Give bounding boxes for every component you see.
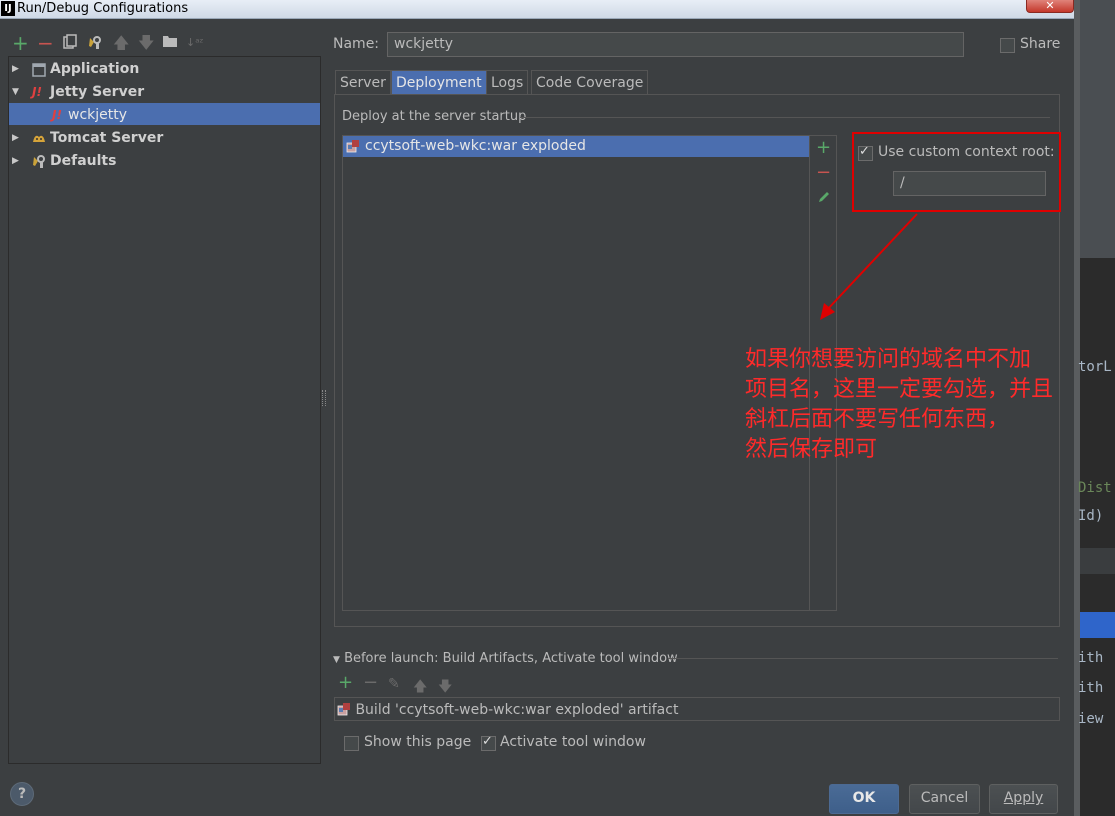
- annotation-line: 然后保存即可: [745, 437, 878, 462]
- background-highlight: [1078, 548, 1115, 574]
- jetty-icon: J!: [32, 85, 42, 99]
- before-launch-label: Before launch: Build Artifacts, Activate…: [344, 651, 678, 666]
- background-panel: [1078, 0, 1115, 258]
- ok-button[interactable]: OK: [829, 784, 899, 814]
- window-title: Run/Debug Configurations: [17, 1, 189, 16]
- annotation-line: 项目名，这里一定要勾选，并且: [745, 377, 1054, 402]
- add-task-icon[interactable]: +: [338, 672, 353, 693]
- artifact-icon: [337, 703, 355, 720]
- remove-task-icon[interactable]: −: [363, 672, 378, 693]
- show-page-checkbox[interactable]: [344, 736, 359, 751]
- background-code-line: ith: [1078, 650, 1104, 666]
- collapse-arrow-icon[interactable]: ▼: [12, 81, 19, 103]
- name-input[interactable]: wckjetty: [387, 32, 964, 57]
- expand-arrow-icon[interactable]: ▶: [12, 127, 19, 149]
- share-label: Share: [1020, 36, 1061, 52]
- use-custom-root-checkbox[interactable]: [858, 144, 873, 161]
- tree-item-label: Jetty Server: [50, 84, 145, 100]
- show-page-label: Show this page: [364, 734, 472, 750]
- artifact-icon: [346, 139, 360, 160]
- sort-icon[interactable]: ↓ᵃᶻ: [186, 34, 204, 52]
- edit-defaults-icon[interactable]: [87, 34, 103, 52]
- before-launch-toggle[interactable]: ▼ Before launch: Build Artifacts, Activa…: [333, 651, 678, 666]
- background-code-line: Id): [1078, 508, 1104, 524]
- edit-task-icon[interactable]: ✎: [388, 676, 400, 692]
- annotation-text: 如果你想要访问的域名中不加 项目名，这里一定要勾选，并且 斜杠后面不要写任何东西…: [745, 345, 1053, 465]
- collapse-arrow-icon: ▼: [333, 655, 340, 665]
- cancel-button[interactable]: Cancel: [909, 784, 980, 814]
- name-label: Name:: [333, 36, 380, 52]
- tab-code-coverage[interactable]: Code Coverage: [531, 70, 649, 95]
- share-checkbox[interactable]: [1000, 38, 1015, 53]
- tree-item-label: wckjetty: [68, 107, 128, 123]
- tab-logs[interactable]: Logs: [486, 70, 529, 95]
- remove-artifact-icon[interactable]: −: [816, 162, 831, 183]
- activate-tool-window-label: Activate tool window: [500, 734, 646, 750]
- help-button[interactable]: ?: [10, 782, 34, 806]
- tree-item-label: Application: [50, 61, 140, 77]
- tab-deployment[interactable]: Deployment: [391, 70, 487, 95]
- move-up-icon[interactable]: 🡅: [113, 34, 129, 52]
- tomcat-icon: [31, 130, 47, 153]
- before-launch-task[interactable]: Build 'ccytsoft-web-wkc:war exploded' ar…: [337, 700, 678, 718]
- intellij-logo-icon: IJ: [1, 1, 15, 16]
- background-selection: [1078, 612, 1115, 638]
- expand-arrow-icon[interactable]: ▶: [12, 58, 19, 80]
- remove-icon[interactable]: −: [37, 33, 54, 53]
- activate-tool-window-checkbox[interactable]: [481, 734, 496, 751]
- folder-icon[interactable]: [162, 34, 178, 52]
- wrench-icon: [31, 153, 47, 176]
- splitter-handle[interactable]: [322, 390, 326, 406]
- artifact-list[interactable]: [342, 135, 810, 611]
- tab-server[interactable]: Server: [335, 70, 391, 95]
- section-separator: [520, 117, 1050, 118]
- jetty-icon: J!: [52, 108, 62, 122]
- apply-button[interactable]: Apply: [989, 784, 1058, 814]
- context-root-input[interactable]: /: [893, 171, 1046, 196]
- artifact-label: ccytsoft-web-wkc:war exploded: [365, 138, 586, 154]
- tree-item-label: Tomcat Server: [50, 130, 164, 146]
- background-code-line: iew: [1078, 711, 1104, 727]
- move-down-icon[interactable]: 🡇: [138, 34, 154, 52]
- expand-arrow-icon[interactable]: ▶: [12, 150, 19, 172]
- task-label: Build 'ccytsoft-web-wkc:war exploded' ar…: [355, 702, 679, 718]
- close-icon: ✕: [1045, 0, 1055, 12]
- annotation-line: 如果你想要访问的域名中不加: [745, 347, 1032, 372]
- background-code-line: ith: [1078, 680, 1104, 696]
- copy-icon[interactable]: [62, 34, 78, 52]
- add-icon[interactable]: +: [12, 33, 29, 53]
- annotation-arrow-icon: [820, 213, 918, 320]
- use-custom-root-label: Use custom context root:: [878, 144, 1055, 160]
- add-artifact-icon[interactable]: +: [816, 137, 831, 158]
- artifact-list-item[interactable]: ccytsoft-web-wkc:war exploded: [343, 136, 809, 157]
- background-code-line: torL: [1078, 359, 1112, 375]
- section-separator: [668, 658, 1058, 659]
- close-button[interactable]: ✕: [1026, 0, 1074, 13]
- deploy-section-label: Deploy at the server startup: [342, 109, 527, 124]
- tree-item-label: Defaults: [50, 153, 117, 169]
- annotation-line: 斜杠后面不要写任何东西，: [745, 407, 1010, 432]
- background-code-line: Dist: [1078, 480, 1112, 496]
